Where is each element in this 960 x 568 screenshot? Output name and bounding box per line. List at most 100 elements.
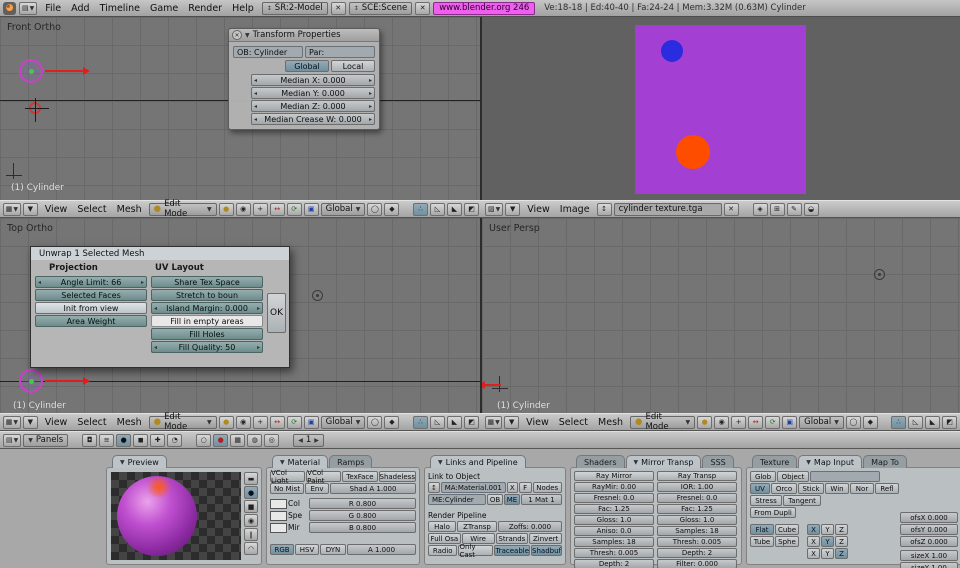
- editor-type-button[interactable]: ▦▼: [3, 416, 21, 429]
- median-slider[interactable]: Median Y: 0.000: [251, 87, 375, 99]
- material-name-field[interactable]: MA:Material.001: [441, 482, 506, 493]
- mode-dropdown[interactable]: ● Edit Mode ▼: [630, 416, 695, 429]
- orco-toggle[interactable]: Orco: [771, 483, 797, 494]
- map-to-tab[interactable]: Map To: [863, 455, 907, 468]
- face-select-button[interactable]: ◣: [925, 416, 940, 429]
- no-mist-toggle[interactable]: No Mist: [270, 483, 304, 494]
- mode-dropdown[interactable]: ● Edit Mode ▼: [149, 416, 217, 429]
- fill-holes-button[interactable]: Fill Holes: [151, 328, 263, 340]
- material-toggle[interactable]: TexFace: [342, 471, 377, 482]
- frame-decrement-icon[interactable]: ◀: [298, 437, 303, 444]
- stretch-to-bounds-button[interactable]: Stretch to boun: [151, 289, 263, 301]
- manipulator-translate-button[interactable]: ↔: [748, 416, 763, 429]
- env-toggle[interactable]: Env: [305, 483, 329, 494]
- map-y-row3-toggle[interactable]: Y: [821, 548, 834, 559]
- object-toggle[interactable]: Object: [777, 471, 809, 482]
- preview-monkey-button[interactable]: ◉: [244, 514, 258, 527]
- pack-icon[interactable]: ⊞: [770, 203, 785, 216]
- preview-tab[interactable]: ▼ Preview: [112, 455, 167, 468]
- nor-toggle[interactable]: Nor: [850, 483, 874, 494]
- area-weight-button[interactable]: Area Weight: [35, 315, 147, 327]
- object-name-field[interactable]: [810, 471, 880, 482]
- ray-mirror-control[interactable]: Samples: 18: [574, 537, 654, 547]
- sss-tab[interactable]: SSS: [702, 455, 733, 468]
- r-slider[interactable]: R 0.800: [309, 498, 416, 509]
- median-slider[interactable]: Median Crease W: 0.000: [251, 113, 375, 125]
- header-menu-item[interactable]: View: [521, 417, 554, 428]
- angle-limit-slider[interactable]: Angle Limit: 66: [35, 276, 147, 288]
- share-tex-space-button[interactable]: Share Tex Space: [151, 276, 263, 288]
- cube-toggle[interactable]: Cube: [775, 524, 799, 535]
- mode-dropdown[interactable]: ● Edit Mode ▼: [149, 203, 217, 216]
- ray-mirror-control[interactable]: Ray Mirror: [574, 471, 654, 481]
- frame-increment-icon[interactable]: ▶: [314, 437, 319, 444]
- preview-sphere-button[interactable]: ●: [244, 486, 258, 499]
- preview-cube-button[interactable]: ■: [244, 500, 258, 513]
- viewport-front[interactable]: Front Ortho (1) Cylinder ✕ ▼ Transform P…: [0, 17, 482, 200]
- b-slider[interactable]: B 0.800: [309, 522, 416, 533]
- ramps-tab[interactable]: Ramps: [329, 455, 372, 468]
- ray-transp-control[interactable]: Samples: 18: [657, 526, 737, 536]
- image-browse-button[interactable]: ↕: [597, 203, 612, 216]
- scene-selector[interactable]: ↕ SCE:Scene: [349, 2, 413, 15]
- local-toggle[interactable]: Local: [331, 60, 375, 72]
- traceable-toggle[interactable]: Traceable: [494, 545, 530, 556]
- ray-transp-control[interactable]: Filter: 0.000: [657, 559, 737, 568]
- pin-icon[interactable]: ◈: [753, 203, 768, 216]
- snap-toggle-button[interactable]: ◆: [384, 416, 399, 429]
- occlude-geometry-button[interactable]: ◩: [942, 416, 957, 429]
- offset-slider[interactable]: ofsZ 0.000: [900, 536, 958, 547]
- manipulator-toggle-button[interactable]: +: [253, 203, 268, 216]
- median-slider[interactable]: Median Z: 0.000: [251, 100, 375, 112]
- global-toggle[interactable]: Global: [285, 60, 329, 72]
- image-unlink-button[interactable]: ✕: [724, 203, 739, 216]
- map-x-row1-toggle[interactable]: X: [807, 524, 820, 535]
- mirror-transp-tab[interactable]: ▼ Mirror Transp: [626, 455, 702, 468]
- ray-transp-control[interactable]: IOR: 1.00: [657, 482, 737, 492]
- nodes-toggle[interactable]: Nodes: [533, 482, 563, 493]
- editor-type-button[interactable]: ▤▼: [3, 434, 21, 447]
- frame-number-field[interactable]: ◀ 1 ▶: [293, 434, 324, 447]
- radio-toggle[interactable]: Radio: [428, 545, 457, 556]
- map-x-row2-toggle[interactable]: X: [807, 536, 820, 547]
- zoffs-slider[interactable]: Zoffs: 0.000: [498, 521, 562, 532]
- uv-image-editor[interactable]: [482, 17, 960, 200]
- screen-delete-button[interactable]: ✕: [331, 2, 346, 15]
- offset-slider[interactable]: ofsY 0.000: [900, 524, 958, 535]
- edge-select-button[interactable]: ◺: [430, 416, 445, 429]
- halo-toggle[interactable]: Halo: [428, 521, 456, 532]
- draw-type-dropdown[interactable]: ●: [697, 416, 712, 429]
- screen-selector[interactable]: ↕ SR:2-Model: [262, 2, 328, 15]
- manipulator-x-arrow[interactable]: [45, 380, 83, 382]
- object-name-field[interactable]: OB: Cylinder: [233, 46, 303, 58]
- header-menu-item[interactable]: Mesh: [112, 204, 147, 215]
- map-z-row1-toggle[interactable]: Z: [835, 524, 848, 535]
- material-delete-button[interactable]: X: [507, 482, 518, 493]
- parent-field[interactable]: Par:: [305, 46, 375, 58]
- texture-image[interactable]: [635, 25, 806, 194]
- material-index-field[interactable]: 1 Mat 1: [521, 494, 562, 505]
- editor-type-button[interactable]: ▦▼: [3, 203, 21, 216]
- col-swatch[interactable]: [270, 499, 287, 509]
- editing-context-button[interactable]: ✚: [150, 434, 165, 447]
- scene-delete-button[interactable]: ✕: [415, 2, 430, 15]
- ray-transp-control[interactable]: Thresh: 0.005: [657, 537, 737, 547]
- map-y-row1-toggle[interactable]: Y: [821, 524, 834, 535]
- snap-toggle-button[interactable]: ◆: [384, 203, 399, 216]
- ray-transp-control[interactable]: Ray Transp: [657, 471, 737, 481]
- material-subcontext-button[interactable]: ●: [213, 434, 228, 447]
- edge-select-button[interactable]: ◺: [908, 416, 923, 429]
- dyn-button[interactable]: DYN: [320, 544, 346, 555]
- map-input-tab[interactable]: ▼ Map Input: [798, 455, 862, 468]
- face-select-button[interactable]: ◣: [447, 416, 462, 429]
- material-toggle[interactable]: VCol Paint: [306, 471, 341, 482]
- pipeline-toggle[interactable]: Strands: [496, 533, 529, 544]
- stick-toggle[interactable]: Stick: [798, 483, 824, 494]
- cylinder-mesh-top[interactable]: [19, 369, 43, 393]
- ztransp-toggle[interactable]: ZTransp: [457, 521, 497, 532]
- window-type-button[interactable]: ▤▼: [19, 2, 37, 15]
- init-from-view-button[interactable]: Init from view: [35, 302, 147, 314]
- orientation-dropdown[interactable]: Global ▼: [799, 416, 844, 429]
- hsv-button[interactable]: HSV: [295, 544, 319, 555]
- material-toggle[interactable]: VCol Light: [270, 471, 305, 482]
